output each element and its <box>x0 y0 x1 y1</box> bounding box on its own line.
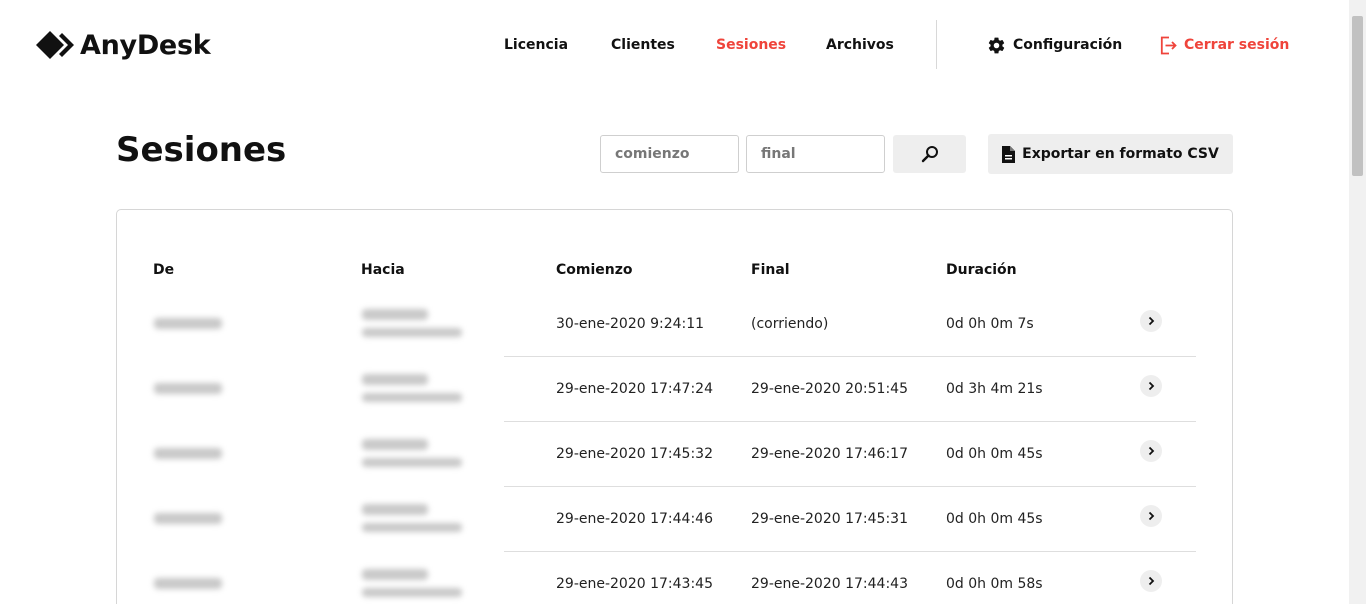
chevron-right-icon <box>1148 446 1155 456</box>
redacted-from <box>154 513 222 524</box>
row-details-button[interactable] <box>1140 440 1162 462</box>
logout-label: Cerrar sesión <box>1184 37 1290 53</box>
cell-start: 30-ene-2020 9:24:11 <box>556 316 705 332</box>
redacted-to-id <box>362 439 428 450</box>
chevron-right-icon <box>1148 316 1155 326</box>
table-row[interactable]: 29-ene-2020 17:44:46 29-ene-2020 17:45:3… <box>116 487 1233 552</box>
logout-icon <box>1160 36 1177 54</box>
redacted-from <box>154 383 222 394</box>
cell-duration: 0d 0h 0m 7s <box>946 316 1034 332</box>
top-navigation: Licencia Clientes Sesiones Archivos Conf… <box>0 34 1366 56</box>
redacted-to-id <box>362 569 428 580</box>
redacted-to-id <box>362 309 428 320</box>
table-row[interactable]: 30-ene-2020 9:24:11 (corriendo) 0d 0h 0m… <box>116 292 1233 357</box>
cell-duration: 0d 3h 4m 21s <box>946 381 1043 397</box>
redacted-to-alias <box>362 523 462 532</box>
redacted-to-alias <box>362 393 462 402</box>
search-button[interactable] <box>893 135 966 173</box>
file-icon <box>1002 145 1016 163</box>
cell-end: (corriendo) <box>751 316 829 332</box>
redacted-to-id <box>362 374 428 385</box>
column-header-start: Comienzo <box>556 262 633 278</box>
export-csv-button[interactable]: Exportar en formato CSV <box>988 134 1233 174</box>
cell-end: 29-ene-2020 17:44:43 <box>751 576 908 592</box>
settings-label: Configuración <box>1013 37 1123 53</box>
column-header-duration: Duración <box>946 262 1017 278</box>
cell-start: 29-ene-2020 17:43:45 <box>556 576 713 592</box>
page-title: Sesiones <box>116 130 287 170</box>
redacted-from <box>154 318 222 329</box>
cell-end: 29-ene-2020 20:51:45 <box>751 381 908 397</box>
redacted-to-alias <box>362 328 462 337</box>
chevron-right-icon <box>1148 511 1155 521</box>
cell-start: 29-ene-2020 17:45:32 <box>556 446 713 462</box>
table-row[interactable]: 29-ene-2020 17:45:32 29-ene-2020 17:46:1… <box>116 422 1233 487</box>
cell-end: 29-ene-2020 17:46:17 <box>751 446 908 462</box>
column-header-from: De <box>153 262 175 278</box>
cell-start: 29-ene-2020 17:47:24 <box>556 381 713 397</box>
row-details-button[interactable] <box>1140 310 1162 332</box>
search-icon <box>921 146 938 163</box>
page-scrollbar[interactable] <box>1349 0 1366 604</box>
redacted-from <box>154 448 222 459</box>
export-csv-label: Exportar en formato CSV <box>1022 146 1219 162</box>
nav-item-clientes[interactable]: Clientes <box>611 34 675 56</box>
table-row[interactable]: 29-ene-2020 17:47:24 29-ene-2020 20:51:4… <box>116 357 1233 422</box>
nav-item-licencia[interactable]: Licencia <box>504 34 568 56</box>
logout-link[interactable]: Cerrar sesión <box>1160 34 1289 56</box>
start-date-input[interactable] <box>600 135 739 173</box>
cell-start: 29-ene-2020 17:44:46 <box>556 511 713 527</box>
row-details-button[interactable] <box>1140 375 1162 397</box>
row-details-button[interactable] <box>1140 505 1162 527</box>
row-details-button[interactable] <box>1140 570 1162 592</box>
nav-divider <box>936 20 937 69</box>
redacted-from <box>154 578 222 589</box>
cell-end: 29-ene-2020 17:45:31 <box>751 511 908 527</box>
chevron-right-icon <box>1148 576 1155 586</box>
settings-link[interactable]: Configuración <box>987 34 1122 56</box>
nav-item-archivos[interactable]: Archivos <box>826 34 894 56</box>
redacted-to-alias <box>362 458 462 467</box>
cell-duration: 0d 0h 0m 45s <box>946 511 1043 527</box>
column-header-end: Final <box>751 262 790 278</box>
end-date-input[interactable] <box>746 135 885 173</box>
redacted-to-id <box>362 504 428 515</box>
chevron-right-icon <box>1148 381 1155 391</box>
nav-item-sesiones[interactable]: Sesiones <box>716 34 786 56</box>
cell-duration: 0d 0h 0m 45s <box>946 446 1043 462</box>
column-header-to: Hacia <box>361 262 405 278</box>
cell-duration: 0d 0h 0m 58s <box>946 576 1043 592</box>
redacted-to-alias <box>362 588 462 597</box>
table-row[interactable]: 29-ene-2020 17:43:45 29-ene-2020 17:44:4… <box>116 552 1233 604</box>
gear-icon <box>988 37 1005 53</box>
